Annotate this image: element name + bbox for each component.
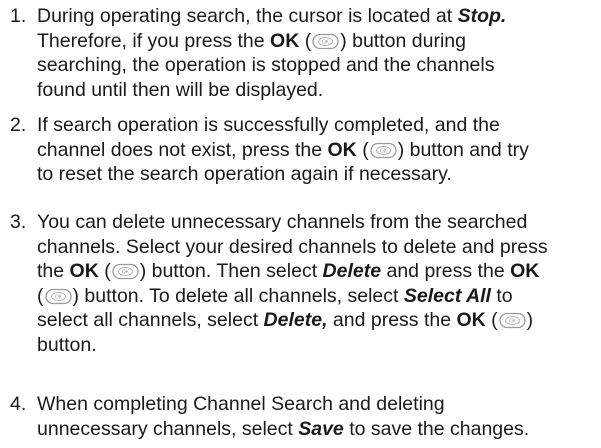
- svg-text:OK: OK: [380, 148, 388, 154]
- svg-text:OK: OK: [54, 294, 62, 300]
- line: the OK (OK) button. Then select Delete a…: [37, 260, 540, 282]
- line: If search operation is successfully comp…: [37, 114, 500, 136]
- ok-key-icon: OK: [44, 288, 72, 305]
- line: searching, the operation is stopped and …: [37, 54, 495, 76]
- item-number: 1.: [10, 5, 27, 27]
- item-text: During operating search, the cursor is l…: [37, 4, 597, 102]
- line: found until then will be displayed.: [37, 78, 324, 101]
- line: to reset the search operation again if n…: [37, 163, 452, 185]
- item-text: When completing Channel Search and delet…: [37, 392, 597, 441]
- ok-key-icon: OK: [499, 312, 526, 329]
- stop-term: Stop.: [457, 5, 507, 27]
- line: channel does not exist, press the OK (OK…: [37, 138, 529, 161]
- save-term: Save: [298, 417, 344, 440]
- ok-term: OK: [510, 260, 540, 282]
- line: When completing Channel Search and delet…: [37, 393, 445, 415]
- item-number: 4.: [10, 393, 27, 415]
- delete-term: Delete: [322, 260, 382, 282]
- item-number: 2.: [10, 114, 27, 136]
- ok-key-icon: OK: [312, 33, 339, 50]
- line: During operating search, the cursor is l…: [37, 5, 507, 27]
- ok-key-icon: OK: [370, 142, 397, 159]
- line: button.: [37, 333, 97, 356]
- ok-term: OK: [327, 138, 357, 161]
- line: You can delete unnecessary channels from…: [37, 211, 528, 233]
- ok-key-icon: OK: [112, 263, 139, 280]
- svg-text:OK: OK: [509, 319, 517, 325]
- delete-term: Delete,: [263, 309, 328, 331]
- svg-text:OK: OK: [122, 270, 130, 276]
- svg-text:OK: OK: [322, 39, 330, 45]
- item-number: 3.: [10, 211, 27, 233]
- item-text: You can delete unnecessary channels from…: [37, 210, 597, 357]
- line: channels. Select your desired channels t…: [37, 235, 548, 258]
- line: unnecessary channels, select Save to sav…: [37, 417, 530, 440]
- line: select all channels, select Delete, and …: [37, 309, 534, 331]
- line: (OK) button. To delete all channels, sel…: [37, 284, 513, 307]
- ok-term: OK: [270, 29, 300, 52]
- line: Therefore, if you press the OK (OK) butt…: [37, 29, 466, 52]
- select-all-term: Select All: [403, 284, 491, 307]
- ok-term: OK: [456, 309, 486, 331]
- ok-term: OK: [69, 260, 99, 282]
- item-text: If search operation is successfully comp…: [37, 113, 597, 187]
